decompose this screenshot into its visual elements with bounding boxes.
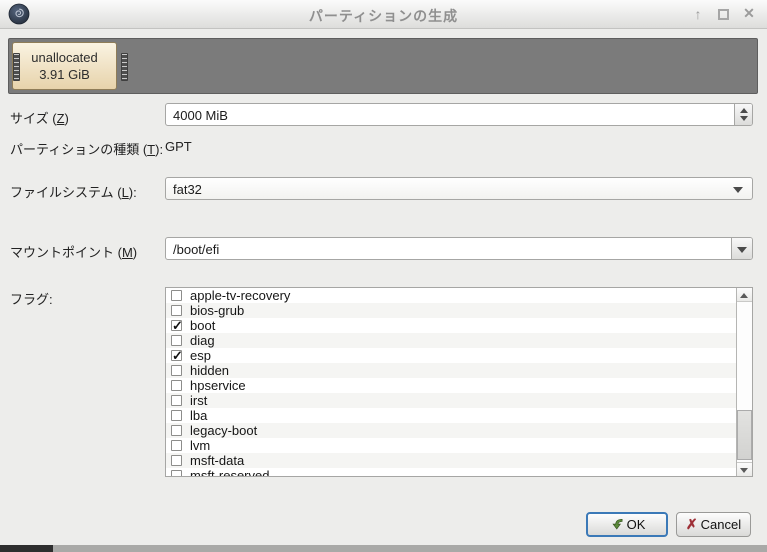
- checkbox[interactable]: [171, 410, 182, 421]
- chevron-down-icon: [733, 187, 743, 193]
- mountpoint-dropdown-button[interactable]: [731, 238, 752, 259]
- checkbox[interactable]: [171, 365, 182, 376]
- create-partition-dialog: { "window": { "title": "パーティションの生成", "co…: [0, 0, 767, 552]
- close-icon[interactable]: ✕: [741, 5, 757, 22]
- flag-row[interactable]: hidden: [166, 363, 736, 378]
- size-spin-buttons[interactable]: [734, 104, 752, 125]
- checkbox[interactable]: [171, 350, 182, 361]
- spin-down-icon[interactable]: [740, 116, 748, 121]
- mountpoint-combobox[interactable]: /boot/efi: [165, 237, 753, 260]
- checkbox[interactable]: [171, 290, 182, 301]
- partition-size: 3.91 GiB: [39, 66, 90, 83]
- checkbox[interactable]: [171, 455, 182, 466]
- rollup-icon[interactable]: ↑: [690, 6, 706, 22]
- titlebar: パーティションの生成 ↑ ✕: [0, 0, 767, 29]
- flag-row[interactable]: hpservice: [166, 378, 736, 393]
- flag-row[interactable]: esp: [166, 348, 736, 363]
- flags-list: apple-tv-recovery bios-grub boot diag es…: [165, 287, 753, 477]
- mountpoint-label: マウントポイント (M): [10, 242, 137, 261]
- triangle-up-icon: [740, 293, 748, 298]
- bottom-edge: [0, 545, 767, 552]
- size-label: サイズ (Z): [10, 108, 69, 127]
- checkbox[interactable]: [171, 425, 182, 436]
- size-spinbox[interactable]: 4000 MiB: [165, 103, 753, 126]
- flag-row[interactable]: legacy-boot: [166, 423, 736, 438]
- triangle-down-icon: [740, 468, 748, 473]
- cancel-button[interactable]: ✗ Cancel: [676, 512, 751, 537]
- filesystem-combobox[interactable]: fat32: [165, 177, 753, 200]
- flag-row[interactable]: irst: [166, 393, 736, 408]
- ok-button[interactable]: OK: [586, 512, 668, 537]
- flag-row[interactable]: lvm: [166, 438, 736, 453]
- partition-name: unallocated: [31, 49, 98, 66]
- checkbox[interactable]: [171, 380, 182, 391]
- cancel-button-label: Cancel: [701, 517, 741, 532]
- flag-row[interactable]: diag: [166, 333, 736, 348]
- checkbox[interactable]: [171, 335, 182, 346]
- partition-visual-bar: unallocated 3.91 GiB: [8, 38, 758, 94]
- maximize-icon[interactable]: [718, 9, 729, 20]
- cancel-x-icon: ✗: [686, 516, 698, 533]
- flag-row[interactable]: apple-tv-recovery: [166, 288, 736, 303]
- flags-label: フラグ:: [10, 289, 53, 308]
- spin-up-icon[interactable]: [740, 108, 748, 113]
- ok-button-label: OK: [627, 517, 646, 532]
- flag-row[interactable]: bios-grub: [166, 303, 736, 318]
- filesystem-value: fat32: [173, 179, 202, 200]
- checkbox[interactable]: [171, 470, 182, 477]
- resize-grip-right[interactable]: [121, 53, 128, 81]
- flag-row[interactable]: msft-data: [166, 453, 736, 468]
- resize-grip-left[interactable]: [13, 53, 20, 81]
- partition-type-label: パーティションの種類 (T):: [10, 139, 163, 158]
- chevron-down-icon: [737, 247, 747, 253]
- mountpoint-value: /boot/efi: [173, 239, 219, 260]
- checkbox[interactable]: [171, 395, 182, 406]
- checkbox[interactable]: [171, 440, 182, 451]
- scrollbar-up-button[interactable]: [737, 288, 752, 302]
- flag-row[interactable]: lba: [166, 408, 736, 423]
- flags-scrollbar[interactable]: [736, 288, 752, 476]
- ok-arrow-icon: [609, 517, 624, 532]
- scrollbar-down-button[interactable]: [737, 462, 752, 476]
- size-value: 4000 MiB: [173, 105, 228, 126]
- checkbox[interactable]: [171, 305, 182, 316]
- scrollbar-thumb[interactable]: [737, 410, 752, 460]
- flag-row[interactable]: boot: [166, 318, 736, 333]
- checkbox[interactable]: [171, 320, 182, 331]
- partition-type-value: GPT: [165, 139, 192, 154]
- window-title: パーティションの生成: [0, 6, 767, 26]
- new-partition-box[interactable]: unallocated 3.91 GiB: [12, 42, 117, 90]
- flag-row[interactable]: msft-reserved: [166, 468, 736, 477]
- bottom-edge-dark-segment: [0, 545, 53, 552]
- filesystem-label: ファイルシステム (L):: [10, 182, 137, 201]
